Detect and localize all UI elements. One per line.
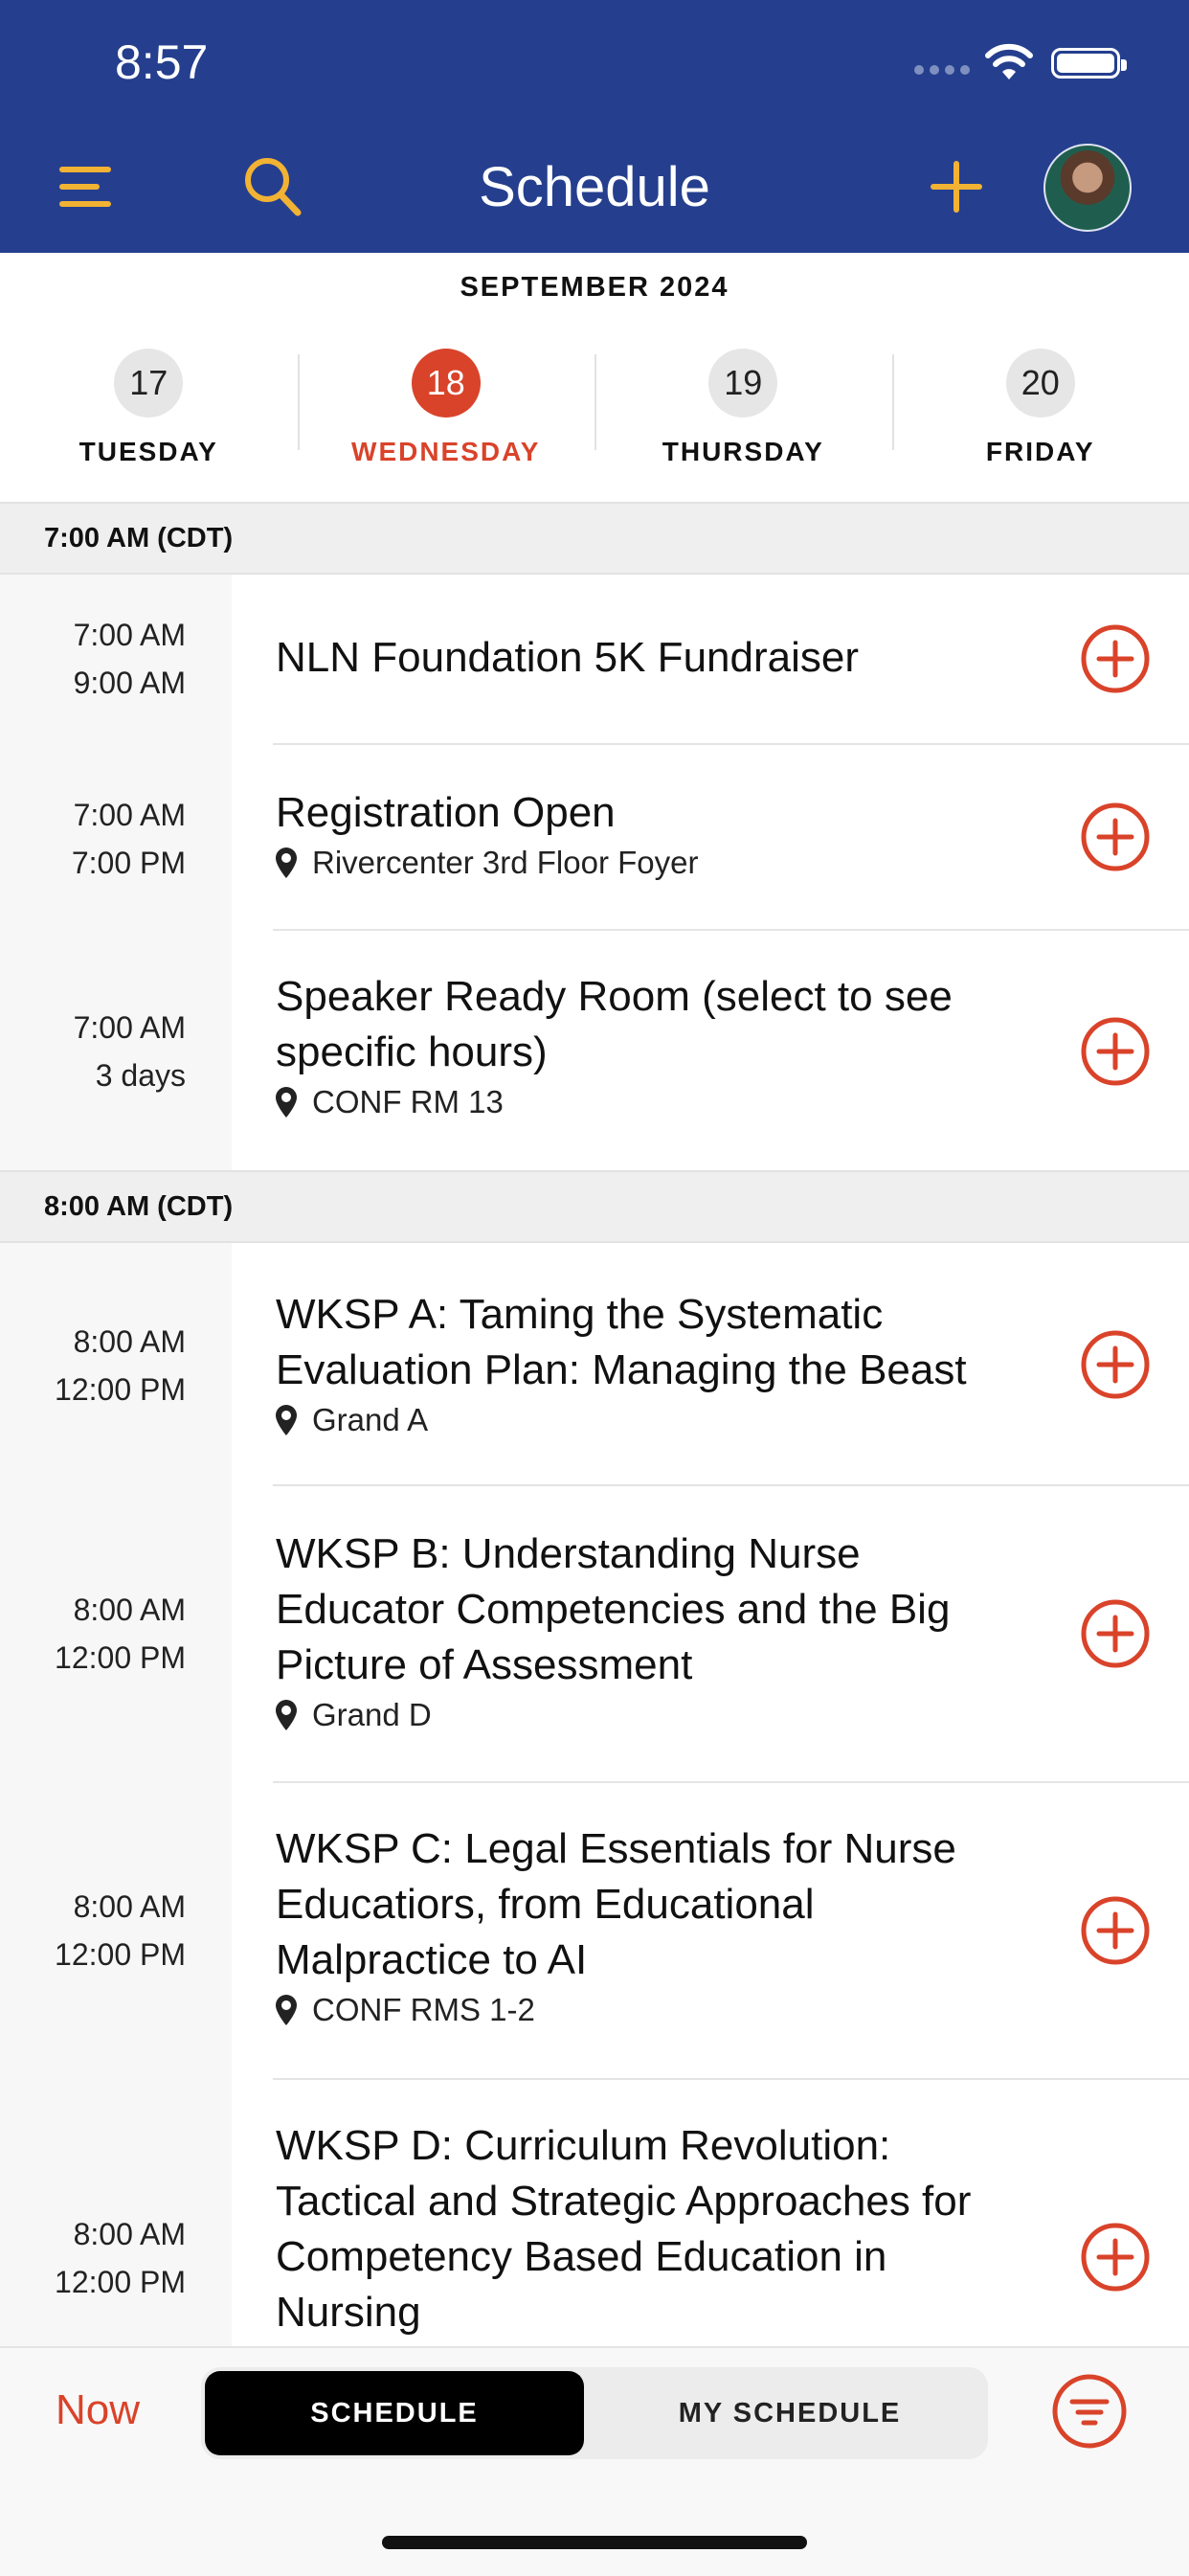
event-start: 7:00 AM (0, 791, 186, 839)
event-location-text: Grand D (312, 1697, 432, 1733)
cellular-signal-icon (914, 65, 972, 79)
event-time: 7:00 AM 7:00 PM (0, 791, 186, 887)
event-time: 8:00 AM 12:00 PM (0, 2210, 186, 2306)
event-title: WKSP B: Understanding Nurse Educator Com… (276, 1526, 1032, 1693)
home-indicator (382, 2536, 807, 2549)
day-name: THURSDAY (594, 437, 892, 467)
avatar[interactable] (1043, 144, 1132, 232)
day-number: 19 (708, 349, 777, 418)
event-details: WKSP A: Taming the Systematic Evaluation… (276, 1287, 1032, 1438)
event-time: 7:00 AM 3 days (0, 1004, 186, 1099)
add-button[interactable] (913, 144, 999, 230)
status-time: 8:57 (115, 34, 208, 90)
event-title: Registration Open (276, 785, 1032, 841)
section-header: 8:00 AM (CDT) (0, 1170, 1189, 1243)
section-time-label: 8:00 AM (CDT) (44, 1191, 233, 1223)
event-start: 8:00 AM (0, 1586, 186, 1634)
day-tab-thursday[interactable]: 19 THURSDAY (594, 345, 892, 469)
event-start: 8:00 AM (0, 2210, 186, 2258)
event-time: 8:00 AM 12:00 PM (0, 1318, 186, 1413)
section-header: 7:00 AM (CDT) (0, 502, 1189, 575)
location-pin-icon (276, 847, 297, 878)
event-details: WKSP C: Legal Essentials for Nurse Educa… (276, 1821, 1032, 2028)
event-row[interactable]: 7:00 AM 7:00 PM Registration Open Riverc… (0, 745, 1189, 929)
page-title: Schedule (0, 155, 1189, 219)
event-row[interactable]: 8:00 AM 12:00 PM WKSP C: Legal Essential… (0, 1783, 1189, 2078)
event-end: 12:00 PM (0, 1634, 186, 1682)
top-nav-bar: 8:57 Schedule (0, 0, 1189, 253)
event-title: WKSP D: Curriculum Revolution: Tactical … (276, 2118, 1032, 2340)
event-time: 7:00 AM 9:00 AM (0, 611, 186, 707)
day-tab-wednesday[interactable]: 18 WEDNESDAY (298, 345, 595, 469)
event-details: WKSP B: Understanding Nurse Educator Com… (276, 1526, 1032, 1733)
location-pin-icon (276, 1995, 297, 2025)
day-tab-friday[interactable]: 20 FRIDAY (892, 345, 1189, 469)
event-start: 7:00 AM (0, 611, 186, 659)
event-details: WKSP D: Curriculum Revolution: Tactical … (276, 2118, 1032, 2340)
day-name: WEDNESDAY (298, 437, 595, 467)
event-row[interactable]: 8:00 AM 12:00 PM WKSP A: Taming the Syst… (0, 1245, 1189, 1484)
event-title: WKSP C: Legal Essentials for Nurse Educa… (276, 1821, 1032, 1988)
tab-my-schedule[interactable]: MY SCHEDULE (595, 2371, 984, 2455)
event-details: NLN Foundation 5K Fundraiser (276, 630, 1032, 686)
event-end: 12:00 PM (0, 2258, 186, 2306)
month-label: SEPTEMBER 2024 (0, 272, 1189, 304)
day-name: FRIDAY (892, 437, 1189, 467)
event-location-text: Rivercenter 3rd Floor Foyer (312, 845, 698, 881)
day-selector: 17 TUESDAY 18 WEDNESDAY 19 THURSDAY 20 F… (0, 345, 1189, 469)
day-tab-tuesday[interactable]: 17 TUESDAY (0, 345, 298, 469)
wifi-icon (984, 43, 1034, 81)
add-to-schedule-icon[interactable] (1080, 2222, 1151, 2293)
event-end: 9:00 AM (0, 659, 186, 707)
event-title: Speaker Ready Room (select to see specif… (276, 969, 1032, 1080)
add-to-schedule-icon[interactable] (1080, 623, 1151, 694)
now-button[interactable]: Now (56, 2386, 140, 2434)
event-time: 8:00 AM 12:00 PM (0, 1586, 186, 1682)
tab-schedule[interactable]: SCHEDULE (205, 2371, 584, 2455)
event-location: CONF RMS 1-2 (276, 1992, 1032, 2028)
event-row[interactable]: 7:00 AM 3 days Speaker Ready Room (selec… (0, 931, 1189, 1170)
add-to-schedule-icon[interactable] (1080, 802, 1151, 872)
day-number: 20 (1006, 349, 1075, 418)
event-details: Registration Open Rivercenter 3rd Floor … (276, 785, 1032, 881)
day-number: 18 (412, 349, 481, 418)
event-end: 3 days (0, 1051, 186, 1099)
add-to-schedule-icon[interactable] (1080, 1016, 1151, 1087)
event-end: 12:00 PM (0, 1931, 186, 1978)
event-location-text: CONF RM 13 (312, 1084, 504, 1120)
event-location: Grand D (276, 1697, 1032, 1733)
event-start: 8:00 AM (0, 1318, 186, 1366)
event-time: 8:00 AM 12:00 PM (0, 1883, 186, 1978)
add-to-schedule-icon[interactable] (1080, 1598, 1151, 1669)
event-location: Rivercenter 3rd Floor Foyer (276, 845, 1032, 881)
event-row[interactable]: 8:00 AM 12:00 PM WKSP B: Understanding N… (0, 1486, 1189, 1781)
location-pin-icon (276, 1700, 297, 1730)
add-to-schedule-icon[interactable] (1080, 1329, 1151, 1400)
day-number: 17 (114, 349, 183, 418)
filter-icon[interactable] (1051, 2373, 1128, 2450)
battery-icon (1051, 48, 1120, 79)
section-time-label: 7:00 AM (CDT) (44, 523, 233, 554)
add-to-schedule-icon[interactable] (1080, 1895, 1151, 1966)
event-end: 7:00 PM (0, 839, 186, 887)
event-location-text: CONF RMS 1-2 (312, 1992, 535, 2028)
event-title: NLN Foundation 5K Fundraiser (276, 630, 1032, 686)
event-end: 12:00 PM (0, 1366, 186, 1413)
event-location: CONF RM 13 (276, 1084, 1032, 1120)
location-pin-icon (276, 1405, 297, 1435)
day-name: TUESDAY (0, 437, 298, 467)
event-row[interactable]: 7:00 AM 9:00 AM NLN Foundation 5K Fundra… (0, 575, 1189, 743)
event-details: Speaker Ready Room (select to see specif… (276, 969, 1032, 1120)
plus-icon (930, 160, 983, 214)
event-title: WKSP A: Taming the Systematic Evaluation… (276, 1287, 1032, 1398)
event-start: 7:00 AM (0, 1004, 186, 1051)
event-start: 8:00 AM (0, 1883, 186, 1931)
location-pin-icon (276, 1087, 297, 1118)
event-location: Grand A (276, 1402, 1032, 1438)
event-location-text: Grand A (312, 1402, 428, 1438)
schedule-segmented-control: SCHEDULE MY SCHEDULE (201, 2367, 988, 2459)
